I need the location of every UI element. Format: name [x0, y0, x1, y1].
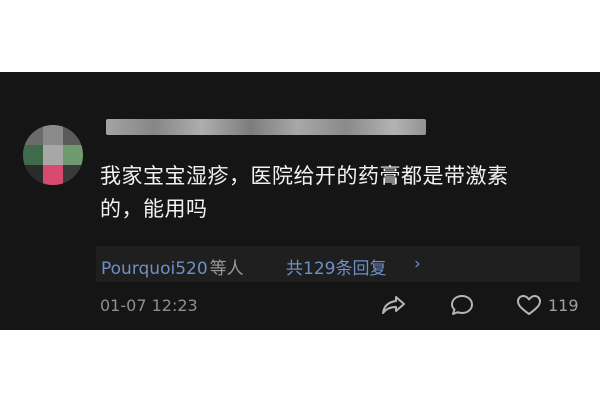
- chevron-right-icon: ›: [414, 254, 421, 274]
- comment-line-2: 的，能用吗: [100, 197, 208, 221]
- timestamp: 01-07 12:23: [100, 296, 198, 315]
- reply-etc-label: 等人: [209, 259, 244, 279]
- comment-line-1: 我家宝宝湿疹，医院给开的药膏都是带激素: [100, 164, 509, 188]
- reply-user-link[interactable]: Pourquoi520 等人: [101, 254, 244, 279]
- comment-card: 我家宝宝湿疹，医院给开的药膏都是带激素 的，能用吗 Pourquoi520 等人 …: [0, 72, 600, 330]
- reply-total-link[interactable]: 共129条回复: [286, 254, 386, 279]
- like-count: 119: [548, 296, 579, 315]
- replies-preview[interactable]: Pourquoi520 等人 共129条回复 ›: [96, 246, 580, 282]
- heart-icon[interactable]: [516, 293, 542, 321]
- avatar[interactable]: [23, 125, 83, 185]
- username-blurred[interactable]: [106, 119, 426, 135]
- comment-icon[interactable]: [449, 293, 475, 321]
- reply-username: Pourquoi520: [101, 259, 208, 279]
- share-icon[interactable]: [381, 293, 407, 321]
- comment-text: 我家宝宝湿疹，医院给开的药膏都是带激素 的，能用吗: [100, 160, 560, 226]
